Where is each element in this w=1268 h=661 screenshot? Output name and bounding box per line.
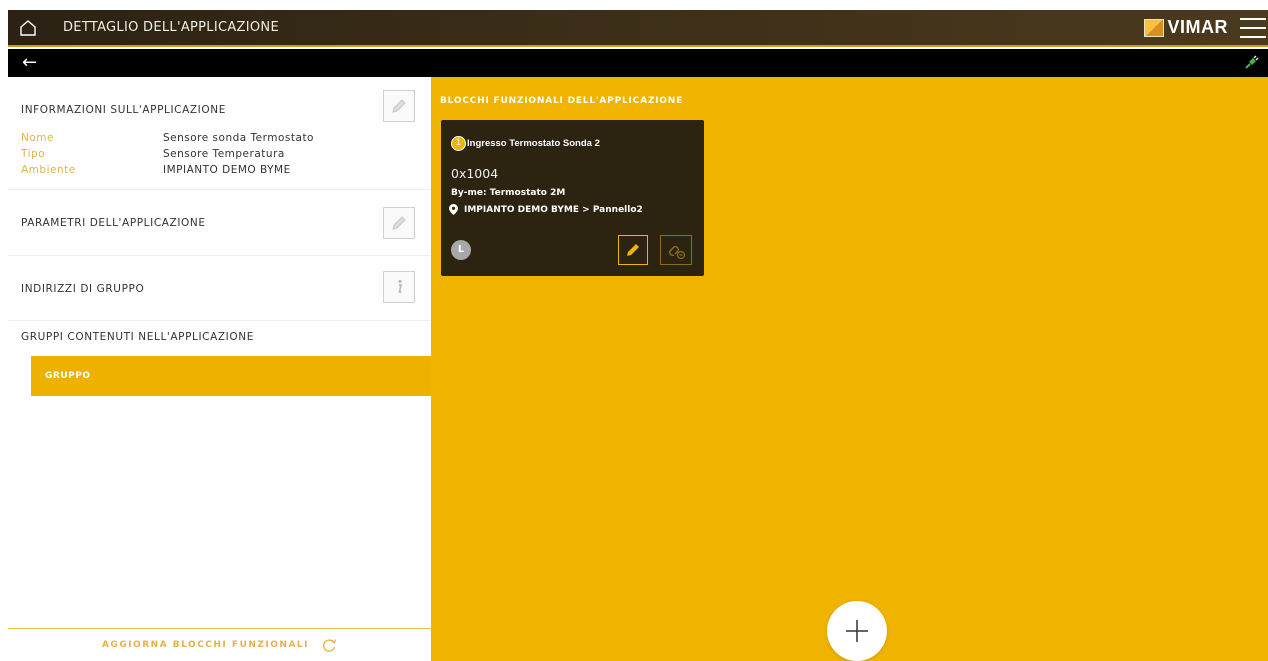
group-addresses-title: INDIRIZZI DI GRUPPO — [21, 283, 145, 295]
add-block-button[interactable] — [827, 601, 887, 661]
refresh-icon — [323, 639, 337, 652]
block-location-text: IMPIANTO DEMO BYME > Pannello2 — [464, 204, 643, 215]
function-blocks-heading: BLOCCHI FUNZIONALI DELL'APPLICAZIONE — [440, 96, 684, 106]
info-section-title: INFORMAZIONI SULL'APPLICAZIONE — [21, 104, 226, 116]
application-info-panel: INFORMAZIONI SULL'APPLICAZIONE Nome Sens… — [8, 77, 431, 661]
info-value: Sensore Temperatura — [163, 148, 285, 160]
location-pin-icon — [449, 204, 458, 215]
edit-block-button[interactable] — [618, 235, 648, 265]
info-key: Nome — [21, 132, 54, 144]
pencil-icon — [627, 244, 639, 256]
info-row-type: Tipo Sensore Temperatura — [21, 148, 285, 160]
unlink-block-button[interactable] — [660, 235, 692, 265]
info-value: Sensore sonda Termostato — [163, 132, 314, 144]
pencil-icon — [392, 216, 406, 230]
contained-groups-title: GRUPPI CONTENUTI NELL'APPLICAZIONE — [21, 331, 254, 343]
parameters-section-title: PARAMETRI DELL'APPLICAZIONE — [21, 217, 206, 229]
info-row-environment: Ambiente IMPIANTO DEMO BYME — [21, 164, 291, 176]
plug-connected-icon[interactable] — [1244, 54, 1260, 70]
info-value: IMPIANTO DEMO BYME — [163, 164, 291, 176]
info-section: INFORMAZIONI SULL'APPLICAZIONE Nome Sens… — [8, 77, 431, 190]
edit-parameters-button[interactable] — [383, 207, 415, 239]
hamburger-menu-icon[interactable] — [1240, 18, 1266, 38]
unlink-icon — [668, 246, 686, 260]
page-title: DETTAGLIO DELL'APPLICAZIONE — [63, 20, 279, 35]
block-device: By-me: Termostato 2M — [451, 188, 566, 198]
info-key: Tipo — [21, 148, 46, 160]
info-icon — [398, 279, 403, 293]
block-type-badge: L — [451, 240, 471, 260]
navigation-bar: ← — [8, 49, 1268, 77]
group-list-item[interactable]: GRUPPO — [31, 356, 431, 396]
info-row-name: Nome Sensore sonda Termostato — [21, 132, 314, 144]
edit-info-button[interactable] — [383, 90, 415, 122]
home-icon[interactable] — [18, 18, 38, 38]
back-arrow-icon[interactable]: ← — [22, 52, 37, 73]
update-blocks-button[interactable]: AGGIORNA BLOCCHI FUNZIONALI — [8, 628, 431, 661]
parameters-section: PARAMETRI DELL'APPLICAZIONE — [8, 190, 431, 256]
block-name: Ingresso Termostato Sonda 2 — [467, 138, 600, 149]
pencil-icon — [392, 99, 406, 113]
update-blocks-label: AGGIORNA BLOCCHI FUNZIONALI — [101, 640, 310, 650]
group-addresses-section: INDIRIZZI DI GRUPPO — [8, 256, 431, 321]
function-block-card[interactable]: 1 Ingresso Termostato Sonda 2 0x1004 By-… — [441, 120, 704, 276]
group-label: GRUPPO — [45, 371, 91, 381]
plus-icon — [846, 620, 868, 642]
info-addresses-button[interactable] — [383, 271, 415, 303]
block-address: 0x1004 — [451, 166, 499, 181]
info-key: Ambiente — [21, 164, 76, 176]
brand-name: VIMAR — [1167, 17, 1228, 37]
block-number-badge: 1 — [451, 136, 466, 151]
vimar-logo: VIMAR — [1143, 17, 1229, 38]
vimar-logo-mark — [1143, 18, 1164, 37]
function-blocks-panel: BLOCCHI FUNZIONALI DELL'APPLICAZIONE 1 I… — [431, 77, 1268, 661]
app-header: DETTAGLIO DELL'APPLICAZIONE VIMAR — [8, 10, 1268, 47]
block-location: IMPIANTO DEMO BYME > Pannello2 — [449, 204, 643, 215]
